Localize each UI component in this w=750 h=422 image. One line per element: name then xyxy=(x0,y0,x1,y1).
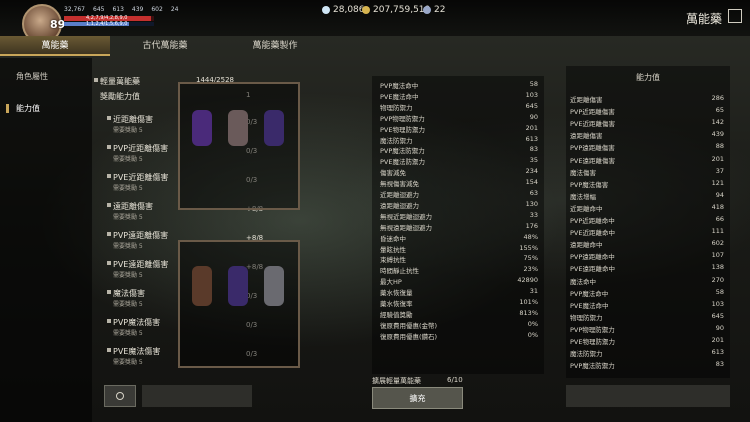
tab-bar: 萬能藥 古代萬能藥 萬能藥製作 xyxy=(0,36,330,56)
stat-row: 無視近距離迴避力 33 xyxy=(380,210,538,221)
bullet-icon xyxy=(107,290,111,294)
bottle-purple-1 xyxy=(192,110,212,146)
stat-row: 經驗值獎勵 813% xyxy=(380,308,538,319)
gold-coin-icon xyxy=(362,6,370,14)
tab-potion[interactable]: 萬能藥 xyxy=(0,36,110,56)
top-bar: 89 32,767 645 613 439 602 24 4,2,7,9/4,2… xyxy=(0,0,750,44)
bottle-purple-3 xyxy=(264,110,284,146)
ability-row: 遠距離傷害 439 xyxy=(570,130,724,141)
stat-row: 最大HP 42890 xyxy=(380,276,538,287)
stat-row: 遠距離迴避力 130 xyxy=(380,199,538,210)
stat-row: 傷害減免 234 xyxy=(380,167,538,178)
bullet-icon xyxy=(94,78,98,82)
extension-value: 6/10 xyxy=(447,376,463,384)
stats-panel: PVP魔法命中 58 PVE魔法命中 103 物理防禦力 645 PVP物理防禦力 90 PVE… xyxy=(372,76,544,374)
ability-row: 近距離命中 418 xyxy=(570,202,724,213)
ability-row: 魔法傷害 37 xyxy=(570,166,724,177)
bullet-icon xyxy=(107,145,111,149)
gold-currency: 207,759,510 xyxy=(362,5,430,15)
stat-row: 復原費用優惠(鑽石) 0% xyxy=(380,330,538,341)
stat-5: 602 xyxy=(151,6,163,13)
player-stats: 32,767 645 613 439 602 24 xyxy=(64,6,178,13)
stat-row: PVP魔法命中 58 xyxy=(380,80,538,90)
bullet-icon xyxy=(107,319,111,323)
ability-row: 物理防禦力 645 xyxy=(570,311,724,322)
stat-row: 昏迷命中 48% xyxy=(380,232,538,243)
side-nav: 角色屬性 能力值 xyxy=(0,58,92,422)
ability-row: 魔法命中 270 xyxy=(570,275,724,286)
bullet-icon xyxy=(107,116,111,120)
ability-panel-title: 能力值 xyxy=(636,73,660,82)
bullet-icon xyxy=(107,174,111,178)
ability-row: PVP魔法命中 58 xyxy=(570,287,724,298)
stat-row: 物理防禦力 645 xyxy=(380,101,538,112)
ability-row: PVE魔法命中 103 xyxy=(570,299,724,310)
bottle-2 xyxy=(228,110,248,146)
bullet-icon xyxy=(107,261,111,265)
stat-row: 藥水恢復率 101% xyxy=(380,298,538,308)
ability-row: PVE近距離命中 111 xyxy=(570,227,724,238)
stat-row: 束縛抗性 75% xyxy=(380,254,538,265)
stat-row: PVE魔法防禦力 35 xyxy=(380,156,538,167)
other-currency: 22 xyxy=(423,5,445,15)
stat-cp: 32,767 xyxy=(64,6,85,13)
sidenav-item-ability[interactable]: 能力值 xyxy=(16,103,40,114)
ability-row: 魔法防禦力 613 xyxy=(570,348,724,359)
stat-row: 復原費用優惠(金幣) 0% xyxy=(380,319,538,330)
diamond-icon xyxy=(322,6,330,14)
ability-row: PVP魔法傷害 121 xyxy=(570,178,724,189)
ability-row: PVP遠距離傷害 88 xyxy=(570,142,724,153)
active-marker xyxy=(6,104,9,113)
stat-row: 藥水恢復量 31 xyxy=(380,287,538,298)
stat-row: PVP魔法防禦力 83 xyxy=(380,145,538,156)
bottle-grey-3 xyxy=(264,266,284,306)
refresh-button[interactable] xyxy=(104,385,136,407)
fill-button[interactable]: 擴充 xyxy=(372,387,463,409)
ability-row: PVE遠距離傷害 201 xyxy=(570,154,724,165)
stat-4: 439 xyxy=(131,6,144,13)
ability-row: PVP近距離命中 66 xyxy=(570,215,724,225)
stat-row: PVE物理防禦力 201 xyxy=(380,123,538,134)
tab-potion-craft[interactable]: 萬能藥製作 xyxy=(220,36,330,56)
bottle-purple-2 xyxy=(228,266,248,306)
confirm-button[interactable] xyxy=(566,385,730,407)
stat-row: PVP物理防禦力 90 xyxy=(380,112,538,123)
ability-row: 遠距離命中 602 xyxy=(570,239,724,250)
stat-row: 時間靜止抗性 23% xyxy=(380,265,538,276)
bullet-icon xyxy=(107,203,111,207)
potion-bottles xyxy=(192,110,284,306)
stat-2: 645 xyxy=(93,6,105,13)
ability-row: PVP遠距離命中 107 xyxy=(570,251,724,262)
exit-icon[interactable] xyxy=(728,9,742,23)
token-icon xyxy=(423,6,431,14)
reset-button[interactable] xyxy=(142,385,252,407)
stat-row: PVE魔法命中 103 xyxy=(380,90,538,101)
bullet-icon xyxy=(107,232,111,236)
ability-row: PVP近距離傷害 65 xyxy=(570,106,724,117)
ability-row: PVE遠距離命中 138 xyxy=(570,263,724,274)
bullet-icon xyxy=(107,348,111,352)
stat-3: 613 xyxy=(112,6,124,13)
sidenav-item-character[interactable]: 角色屬性 xyxy=(16,71,48,82)
ability-row: 魔法增幅 94 xyxy=(570,190,724,201)
ability-panel: 能力值 近距離傷害 286 PVP近距離傷害 65 PVE近距離傷害 142 遠距離傷害 43… xyxy=(566,66,730,378)
diamond-currency: 28,086 xyxy=(322,5,365,15)
stat-row: 暈眩抗性 155% xyxy=(380,243,538,254)
stat-row: 無視遠距離迴避力 176 xyxy=(380,221,538,232)
ability-row: 近距離傷害 286 xyxy=(570,94,724,104)
stat-row: 魔法防禦力 613 xyxy=(380,134,538,145)
tab-ancient-potion[interactable]: 古代萬能藥 xyxy=(110,36,220,56)
bottle-brown-1 xyxy=(192,266,212,306)
ability-row: PVE物理防禦力 201 xyxy=(570,336,724,346)
ability-row: PVP魔法防禦力 83 xyxy=(570,360,724,371)
stat-6: 24 xyxy=(170,6,179,13)
refresh-icon xyxy=(116,392,124,400)
stat-row: 近距離迴避力 63 xyxy=(380,189,538,199)
ability-row: PVP物理防禦力 90 xyxy=(570,323,724,334)
page-title: 萬能藥 xyxy=(685,12,722,26)
ability-row: PVE近距離傷害 142 xyxy=(570,118,724,129)
stat-row: 無視傷害減免 154 xyxy=(380,178,538,189)
extension-label: 擴展輕量萬能藥 xyxy=(372,377,421,385)
mp-text: 1,1,2,4/1,5,6,9,0 xyxy=(86,21,128,27)
